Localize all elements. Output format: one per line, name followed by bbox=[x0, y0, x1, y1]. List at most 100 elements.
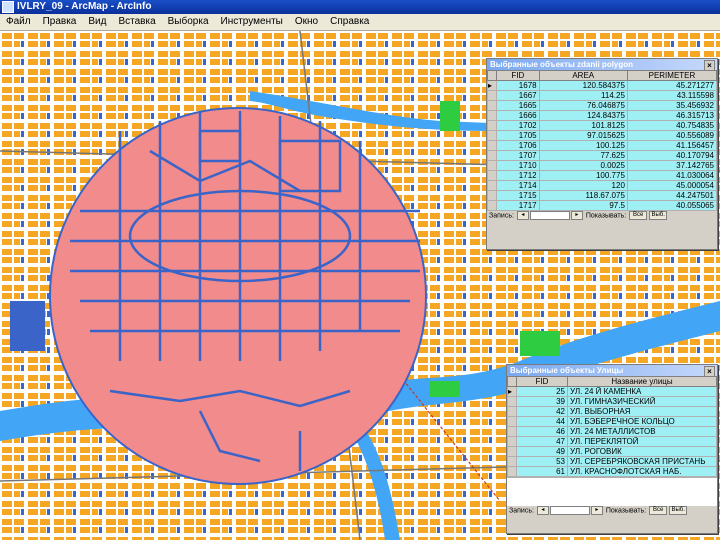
streets-window-title: Выбранные объекты Улицы bbox=[510, 366, 624, 375]
cell-street-name: УЛ. 24 Й КАМЕНКА bbox=[567, 386, 717, 397]
close-icon[interactable]: × bbox=[704, 60, 715, 71]
cell-fid: 61 bbox=[516, 466, 568, 477]
column-header-fid[interactable]: FID bbox=[496, 70, 540, 81]
cell-area: 100.125 bbox=[538, 140, 628, 151]
cell-fid: 49 bbox=[516, 446, 568, 457]
close-icon[interactable]: × bbox=[704, 366, 715, 377]
table-row[interactable]: 49 УЛ. РОГОВИК bbox=[507, 446, 717, 457]
table-row[interactable]: 1706 100.125 41.156457 bbox=[487, 140, 718, 151]
table-row[interactable]: 1710 0.0025 37.142765 bbox=[487, 160, 718, 171]
record-number-input[interactable] bbox=[549, 506, 590, 515]
title-bar: IVLRY_09 - ArcMap - ArcInfo bbox=[0, 0, 720, 14]
column-header-street-name[interactable]: Название улицы bbox=[567, 376, 717, 387]
column-header-fid[interactable]: FID bbox=[516, 376, 568, 387]
row-selector[interactable] bbox=[487, 160, 497, 171]
menu-view[interactable]: Вид bbox=[82, 16, 112, 27]
table-row[interactable]: 1714 120 45.000054 bbox=[487, 180, 718, 191]
row-selector[interactable] bbox=[507, 466, 517, 477]
selection-buffer-circle[interactable] bbox=[49, 107, 427, 485]
table-row[interactable]: 47 УЛ. ПЕРЕКЛЯТОЙ bbox=[507, 436, 717, 447]
streets-window-titlebar[interactable]: Выбранные объекты Улицы × bbox=[507, 365, 717, 377]
table-row[interactable]: 44 УЛ. БЭБЕРЕЧНОЕ КОЛЬЦО bbox=[507, 416, 717, 427]
cell-perimeter: 40.754835 bbox=[626, 120, 718, 131]
table-row[interactable]: ▸ 25 УЛ. 24 Й КАМЕНКА bbox=[507, 386, 717, 397]
cell-fid: 1666 bbox=[496, 110, 540, 121]
first-record-button[interactable]: ◂ bbox=[516, 211, 529, 220]
cell-perimeter: 41.030064 bbox=[626, 170, 718, 181]
menu-selection[interactable]: Выборка bbox=[162, 16, 215, 27]
show-all-button[interactable]: Все bbox=[629, 211, 648, 220]
record-number-input[interactable] bbox=[529, 211, 570, 220]
table-row[interactable]: 1667 114.25 43.115598 bbox=[487, 90, 718, 101]
cell-fid: 1710 bbox=[496, 160, 540, 171]
polygon-attribute-table: FID AREA PERIMETER ▸ 1678 120.584375 45.271… bbox=[487, 70, 718, 211]
row-selector[interactable] bbox=[487, 120, 497, 131]
row-selector-header bbox=[487, 70, 497, 81]
cell-fid: 1705 bbox=[496, 130, 540, 141]
menu-window[interactable]: Окно bbox=[289, 16, 324, 27]
row-selector[interactable] bbox=[487, 140, 497, 151]
row-selector[interactable]: ▸ bbox=[487, 80, 497, 91]
row-selector[interactable] bbox=[507, 416, 517, 427]
cell-perimeter: 45.000054 bbox=[626, 180, 718, 191]
row-selector[interactable] bbox=[487, 150, 497, 161]
polygon-attribute-window[interactable]: Выбранные объекты zdanii polygon × FID A… bbox=[486, 58, 718, 250]
show-all-button[interactable]: Все bbox=[649, 506, 668, 515]
cell-area: 101.8125 bbox=[538, 120, 628, 131]
show-selected-button[interactable]: Выб. bbox=[669, 506, 688, 515]
menu-tools[interactable]: Инструменты bbox=[215, 16, 289, 27]
row-selector[interactable] bbox=[487, 180, 497, 191]
table-row[interactable]: 1666 124.84375 46.315713 bbox=[487, 110, 718, 121]
table-row[interactable]: 1717 97.5 40.055065 bbox=[487, 200, 718, 211]
table-row[interactable]: 39 УЛ. ГИМНАЗИЧЕСКИЙ bbox=[507, 396, 717, 407]
polygon-window-titlebar[interactable]: Выбранные объекты zdanii polygon × bbox=[487, 59, 717, 71]
column-header-perimeter[interactable]: PERIMETER bbox=[626, 70, 718, 81]
row-selector[interactable] bbox=[487, 90, 497, 101]
menu-help[interactable]: Справка bbox=[324, 16, 375, 27]
row-selector-header bbox=[507, 376, 517, 387]
row-selector[interactable] bbox=[487, 130, 497, 141]
row-selector[interactable] bbox=[507, 396, 517, 407]
next-record-button[interactable]: ▸ bbox=[590, 506, 603, 515]
cell-fid: 42 bbox=[516, 406, 568, 417]
cell-fid: 1715 bbox=[496, 190, 540, 201]
table-row[interactable]: 1712 100.775 41.030064 bbox=[487, 170, 718, 181]
row-selector[interactable] bbox=[507, 456, 517, 467]
row-selector[interactable]: ▸ bbox=[507, 386, 517, 397]
table-row[interactable]: 61 УЛ. КРАСНОФЛОТСКАЯ НАБ. bbox=[507, 466, 717, 477]
show-selected-button[interactable]: Выб. bbox=[649, 211, 668, 220]
table-row[interactable]: 46 УЛ. 24 МЕТАЛЛИСТОВ bbox=[507, 426, 717, 437]
menu-edit[interactable]: Правка bbox=[37, 16, 83, 27]
table-row[interactable]: 53 УЛ. СЕРЕБРЯКОВСКАЯ ПРИСТАНЬ bbox=[507, 456, 717, 467]
row-selector[interactable] bbox=[487, 100, 497, 111]
row-selector[interactable] bbox=[507, 436, 517, 447]
row-selector[interactable] bbox=[487, 110, 497, 121]
table-header-row: FID Название улицы bbox=[507, 376, 717, 387]
table-row[interactable]: 1665 76.046875 35.456932 bbox=[487, 100, 718, 111]
cell-area: 118.67.075 bbox=[538, 190, 628, 201]
column-header-area[interactable]: AREA bbox=[538, 70, 628, 81]
row-selector[interactable] bbox=[487, 200, 497, 211]
menu-file[interactable]: Файл bbox=[0, 16, 37, 27]
row-selector[interactable] bbox=[507, 446, 517, 457]
menu-insert[interactable]: Вставка bbox=[112, 16, 161, 27]
streets-attribute-window[interactable]: Выбранные объекты Улицы × FID Название у… bbox=[506, 364, 718, 534]
table-row[interactable]: 42 УЛ. ВЫБОРНАЯ bbox=[507, 406, 717, 417]
table-row[interactable]: 1702 101.8125 40.754835 bbox=[487, 120, 718, 131]
table-row[interactable]: ▸ 1678 120.584375 45.271277 bbox=[487, 80, 718, 91]
cell-fid: 1702 bbox=[496, 120, 540, 131]
cell-area: 120.584375 bbox=[538, 80, 628, 91]
row-selector[interactable] bbox=[487, 190, 497, 201]
cell-fid: 46 bbox=[516, 426, 568, 437]
row-selector[interactable] bbox=[507, 406, 517, 417]
table-row[interactable]: 1705 97.015625 40.556089 bbox=[487, 130, 718, 141]
menu-bar: Файл Правка Вид Вставка Выборка Инструменты Ок… bbox=[0, 14, 720, 31]
table-row[interactable]: 1715 118.67.075 44.247501 bbox=[487, 190, 718, 201]
park bbox=[430, 381, 460, 397]
next-record-button[interactable]: ▸ bbox=[570, 211, 583, 220]
row-selector[interactable] bbox=[507, 426, 517, 437]
first-record-button[interactable]: ◂ bbox=[536, 506, 549, 515]
table-row[interactable]: 1707 77.625 40.170794 bbox=[487, 150, 718, 161]
cell-area: 97.015625 bbox=[538, 130, 628, 141]
row-selector[interactable] bbox=[487, 170, 497, 181]
